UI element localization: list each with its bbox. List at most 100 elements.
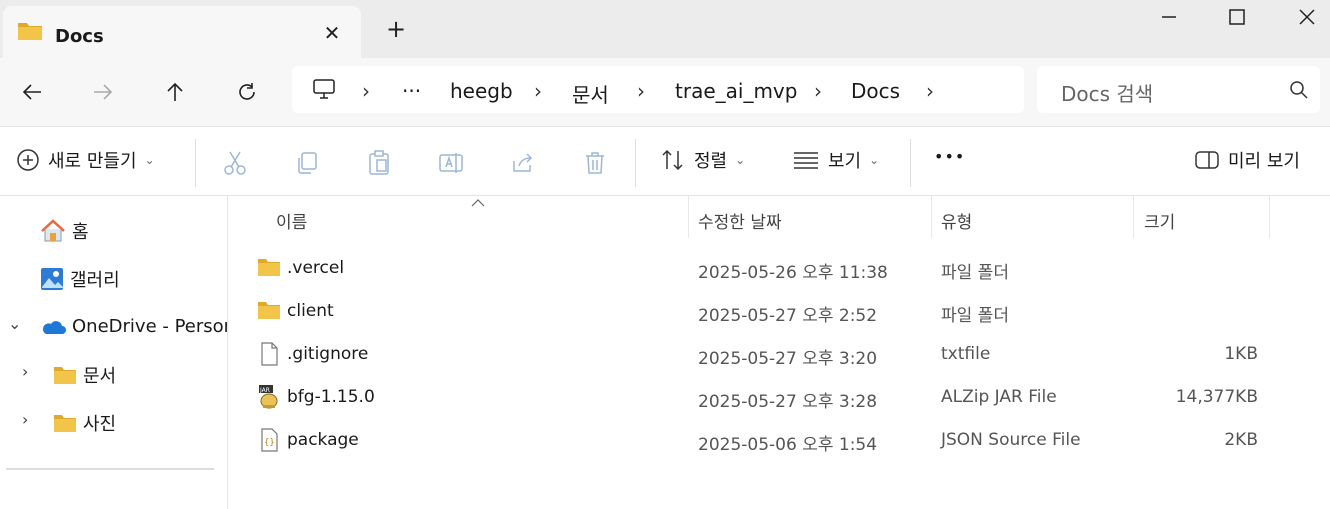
table-row[interactable]: {} package 2025-05-06 오후 1:54 JSON Sourc… [229,419,1330,462]
column-divider[interactable] [931,196,932,238]
file-size: 1KB [1224,344,1258,364]
file-date: 2025-05-06 오후 1:54 [698,435,878,455]
table-row[interactable]: .gitignore 2025-05-27 오후 3:20 txtfile 1K… [229,333,1330,376]
file-list: 이름 수정한 날짜 유형 크기 .vercel 2025-05-26 오후 11… [229,196,1330,509]
file-name: .gitignore [287,344,369,364]
divider [635,139,636,187]
plus-circle-icon [17,149,39,171]
maximize-button[interactable] [1214,2,1260,32]
sort-button-label: 정렬 [694,151,728,172]
arrow-up-icon [167,82,183,101]
column-divider[interactable] [1269,196,1270,238]
divider [6,468,214,470]
sidebar-item-onedrive[interactable]: OneDrive - Personal [40,316,227,337]
preview-pane-button[interactable]: 미리 보기 [1194,147,1300,173]
minimize-button[interactable] [1146,2,1192,32]
table-row[interactable]: .vercel 2025-05-26 오후 11:38 파일 폴더 [229,247,1330,290]
navigation-bar: › ··· heegb › 문서 › trae_ai_mvp › Docs › … [0,58,1330,126]
folder-icon [257,256,281,280]
file-type: 파일 폴더 [941,306,1009,326]
share-icon[interactable] [509,149,537,177]
table-row[interactable]: client 2025-05-27 오후 2:52 파일 폴더 [229,290,1330,333]
folder-icon [17,20,43,46]
column-header-date[interactable]: 수정한 날짜 [698,208,782,233]
breadcrumb-ellipsis[interactable]: ··· [402,79,421,103]
file-name: client [287,301,334,321]
search-box[interactable]: Docs 검색 [1037,66,1320,113]
sidebar-item-documents[interactable]: 문서 [53,362,116,388]
jar-icon: JAR [257,385,281,409]
home-icon [41,219,65,242]
delete-icon[interactable] [581,149,609,177]
new-tab-button[interactable]: + [380,14,412,46]
chevron-right-icon[interactable]: › [22,410,28,429]
up-button[interactable] [155,72,195,112]
computer-icon [312,78,336,104]
sidebar-item-pictures[interactable]: 사진 [53,410,116,436]
column-divider[interactable] [688,196,689,238]
sidebar-item-home[interactable]: 홈 [40,218,89,244]
svg-text:JAR: JAR [259,387,270,394]
paste-icon[interactable] [365,149,393,177]
close-window-button[interactable] [1284,2,1330,32]
back-button[interactable] [12,72,52,112]
column-header-size[interactable]: 크기 [1144,208,1175,233]
column-header-type[interactable]: 유형 [941,208,972,233]
chevron-down-icon: ⌄ [869,153,880,167]
folder-icon [257,299,281,323]
preview-pane-icon [1195,151,1219,169]
file-type: ALZip JAR File [941,387,1057,407]
preview-pane-label: 미리 보기 [1228,151,1300,172]
folder-icon [54,415,76,432]
sidebar-item-label: 사진 [83,414,117,435]
breadcrumb-separator[interactable]: › [926,79,934,103]
tab-docs[interactable]: Docs ✕ [3,6,361,58]
breadcrumb-heegb[interactable]: heegb [450,79,513,103]
column-header-name[interactable]: 이름 [276,208,307,233]
view-button[interactable]: 보기 ⌄ [792,147,879,173]
more-options-button[interactable]: ••• [934,147,965,166]
sidebar-item-label: 갤러리 [70,270,120,291]
tab-title: Docs [55,26,104,47]
breadcrumb-docs[interactable]: Docs [851,79,900,103]
breadcrumb-separator[interactable]: › [814,79,822,103]
refresh-button[interactable] [227,72,267,112]
breadcrumb-trae-ai-mvp[interactable]: trae_ai_mvp [675,79,797,103]
copy-icon[interactable] [293,149,321,177]
chevron-down-icon: ⌄ [144,153,155,167]
file-date: 2025-05-27 오후 3:28 [698,392,878,412]
command-bar: 새로 만들기 ⌄ 정렬 ⌄ 보기 ⌄ ••• 미리 보기 [0,126,1330,196]
sort-button[interactable]: 정렬 ⌄ [660,147,745,173]
breadcrumb-separator[interactable]: › [534,79,542,103]
divider [195,139,196,187]
column-divider[interactable] [1133,196,1134,238]
close-tab-icon[interactable]: ✕ [319,20,345,46]
sidebar-item-gallery[interactable]: 갤러리 [40,266,120,292]
table-row[interactable]: JAR bfg-1.15.0 2025-05-27 오후 3:28 ALZip … [229,376,1330,419]
file-size: 2KB [1224,430,1258,450]
breadcrumb-documents[interactable]: 문서 [572,79,609,108]
chevron-right-icon[interactable]: › [22,362,28,381]
file-icon [257,342,281,366]
onedrive-cloud-icon [42,320,66,334]
arrow-right-icon [94,84,113,100]
cut-icon[interactable] [221,149,249,177]
new-button[interactable]: 새로 만들기 ⌄ [16,147,155,173]
search-input[interactable]: Docs 검색 [1061,78,1153,107]
file-type: txtfile [941,344,991,364]
navigation-pane: 홈 갤러리 ⌄ OneDrive - Personal › 문서 › 사진 [0,196,228,509]
chevron-down-icon[interactable]: ⌄ [8,314,21,333]
breadcrumb-separator[interactable]: › [637,79,645,103]
search-icon[interactable] [1289,80,1309,104]
svg-text:{}: {} [264,438,275,448]
breadcrumb-separator[interactable]: › [362,79,370,103]
file-type: 파일 폴더 [941,263,1009,283]
new-button-label: 새로 만들기 [48,151,137,172]
address-bar[interactable]: › ··· heegb › 문서 › trae_ai_mvp › Docs › [292,66,1024,113]
forward-button[interactable] [83,72,123,112]
rename-icon[interactable] [437,149,465,177]
sort-ascending-icon [471,196,485,210]
sidebar-item-label: OneDrive - Personal [72,316,227,337]
file-name: package [287,430,359,450]
file-name: .vercel [287,258,345,278]
